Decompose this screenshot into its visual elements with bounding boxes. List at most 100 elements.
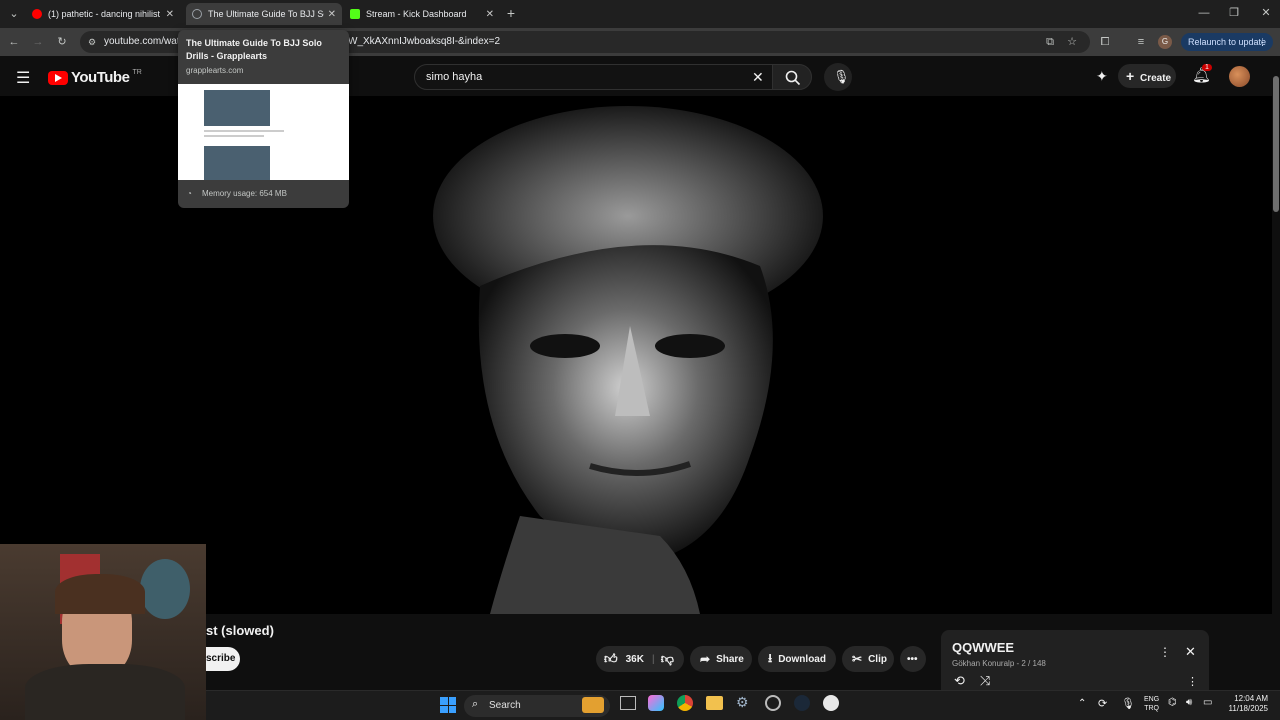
more-actions-button[interactable]: ••• — [900, 646, 926, 672]
more-vert-icon: ⋮ — [1258, 37, 1267, 47]
language-indicator[interactable]: ENG TRQ — [1144, 695, 1159, 713]
volume-icon[interactable]: 🔊︎ — [1186, 697, 1192, 708]
tab-strip: ⌄ (1) pathetic - dancing nihilist (s ✕ T… — [0, 0, 1280, 28]
page-scrollbar[interactable] — [1272, 56, 1280, 690]
chevron-up-icon[interactable]: ⌃ — [1078, 698, 1086, 709]
youtube-play-icon — [48, 70, 68, 85]
scrollbar-thumb[interactable] — [1273, 76, 1279, 212]
battery-icon[interactable]: ▭ — [1203, 697, 1212, 708]
youtube-logo[interactable]: YouTube TR — [48, 69, 142, 86]
profile-avatar[interactable]: G — [1158, 35, 1172, 49]
preview-image — [204, 90, 270, 126]
back-icon[interactable]: ← — [6, 34, 22, 50]
close-icon[interactable]: ✕ — [328, 9, 336, 20]
relaunch-button[interactable]: Relaunch to update ⋮ — [1181, 33, 1273, 51]
media-player-icon[interactable] — [823, 695, 839, 711]
tab-search-chevron-icon[interactable]: ⌄ — [6, 6, 22, 22]
share-icon: ➦ — [700, 652, 711, 666]
clear-search-icon[interactable]: ✕ — [752, 69, 764, 86]
mic-tray-icon[interactable]: 🎙 — [1121, 697, 1135, 710]
windows-start-icon[interactable] — [440, 697, 456, 713]
bookmark-star-icon[interactable]: ☆ — [1064, 34, 1080, 50]
download-icon: ⭳ — [768, 650, 773, 665]
playlist-panel: QQWWEE Gökhan Konuralp - 2 / 148 ⋮ ✕ ⟲ ⤨… — [941, 630, 1209, 690]
url-text-left: youtube.com/wat — [104, 36, 180, 47]
youtube-icon — [32, 9, 42, 19]
create-button[interactable]: + Create — [1118, 64, 1176, 88]
maximize-icon[interactable]: ❐ — [1226, 5, 1242, 21]
close-icon[interactable]: ✕ — [1185, 644, 1196, 660]
streamer-shirt — [25, 664, 185, 720]
playlist-meta: Gökhan Konuralp - 2 / 148 — [952, 659, 1046, 668]
like-count[interactable]: 36K — [626, 654, 644, 665]
tab-grapplearts[interactable]: The Ultimate Guide To BJJ Solo ✕ — [186, 3, 342, 25]
clip-button[interactable]: ✂ Clip — [842, 646, 894, 672]
reload-icon[interactable]: ↻ — [54, 34, 70, 50]
streamer-hair — [55, 574, 145, 614]
webcam-overlay — [0, 544, 206, 720]
account-avatar[interactable] — [1229, 66, 1250, 87]
tab-kick[interactable]: Stream - Kick Dashboard ✕ — [344, 3, 500, 25]
voice-search-button[interactable]: 🎙 — [824, 63, 852, 91]
minimize-icon[interactable]: — — [1196, 5, 1212, 21]
search-icon: ⌕ — [472, 698, 479, 710]
relaunch-label: Relaunch to update — [1188, 37, 1267, 47]
subscribe-label: scribe — [206, 653, 236, 664]
media-icon[interactable]: ≡ — [1133, 34, 1149, 50]
wall-art — [140, 559, 190, 619]
install-icon[interactable]: ⧉ — [1042, 34, 1058, 50]
taskbar-search[interactable]: ⌕ Search — [464, 695, 610, 717]
extensions-icon[interactable]: ⧠ — [1097, 34, 1113, 50]
menu-icon[interactable]: ☰ — [16, 68, 30, 88]
clock[interactable]: 12:04 AM 11/18/2025 — [1226, 694, 1268, 714]
playlist-title: QQWWEE — [952, 640, 1015, 655]
window-close-icon[interactable]: ✕ — [1258, 5, 1274, 21]
date: 11/18/2025 — [1228, 704, 1268, 713]
share-button[interactable]: ➦ Share — [690, 646, 752, 672]
dislike-icon[interactable]: 👎︎ — [661, 651, 674, 667]
search-button[interactable] — [772, 64, 812, 90]
shuffle-icon[interactable]: ⤨ — [980, 673, 990, 689]
url-text-right: W_XkAXnnIJwboaksq8I-&index=2 — [348, 36, 501, 47]
new-tab-icon[interactable]: + — [503, 5, 519, 21]
microphone-icon: 🎙 — [833, 69, 850, 84]
app-icon[interactable] — [765, 695, 781, 711]
search-input[interactable]: simo hayha ✕ — [414, 64, 774, 90]
lang-top: ENG — [1144, 696, 1160, 703]
tab-youtube[interactable]: (1) pathetic - dancing nihilist (s ✕ — [26, 3, 180, 25]
memory-icon: ◔ — [187, 189, 192, 198]
search-value: simo hayha — [426, 71, 483, 83]
site-info-icon[interactable]: ⚙ — [84, 34, 100, 50]
notifications-button[interactable]: 🔔︎ 1 — [1192, 64, 1212, 86]
video-title: st (slowed) — [206, 623, 274, 638]
tab-title: Stream - Kick Dashboard — [366, 9, 467, 19]
steam-icon[interactable] — [794, 695, 810, 711]
close-icon[interactable]: ✕ — [166, 9, 174, 20]
copilot-icon[interactable] — [648, 695, 664, 711]
more-horiz-icon: ••• — [907, 653, 918, 665]
clip-label: Clip — [868, 653, 887, 665]
globe-icon — [192, 9, 202, 19]
lang-bottom: TRQ — [1144, 705, 1159, 712]
more-vert-icon[interactable]: ⋮ — [1159, 645, 1171, 659]
ai-spark-icon[interactable]: ✦ — [1096, 68, 1108, 85]
network-icon[interactable]: ⌬ — [1168, 697, 1177, 708]
taskbar-search-label: Search — [489, 700, 521, 711]
tab-title: The Ultimate Guide To BJJ Solo — [208, 9, 324, 19]
settings-icon[interactable]: ⚙ — [736, 694, 749, 711]
time: 12:04 AM — [1234, 694, 1268, 703]
tab-hover-card: The Ultimate Guide To BJJ Solo Drills - … — [178, 30, 349, 208]
task-view-icon[interactable] — [620, 696, 636, 710]
scissors-icon: ✂ — [852, 652, 863, 666]
close-icon[interactable]: ✕ — [486, 9, 494, 20]
tab-title: (1) pathetic - dancing nihilist (s — [48, 9, 162, 19]
download-button[interactable]: ⭳ Download — [758, 646, 836, 672]
more-vert-icon[interactable]: ⋮ — [1187, 675, 1198, 688]
chrome-icon[interactable] — [677, 695, 693, 711]
sync-icon[interactable]: ⟳ — [1098, 697, 1107, 710]
loop-icon[interactable]: ⟲ — [954, 673, 965, 689]
forward-icon[interactable]: → — [30, 34, 46, 50]
logo-text: YouTube — [71, 69, 130, 86]
file-explorer-icon[interactable] — [706, 696, 723, 710]
like-icon[interactable]: 👍︎ — [604, 651, 618, 667]
